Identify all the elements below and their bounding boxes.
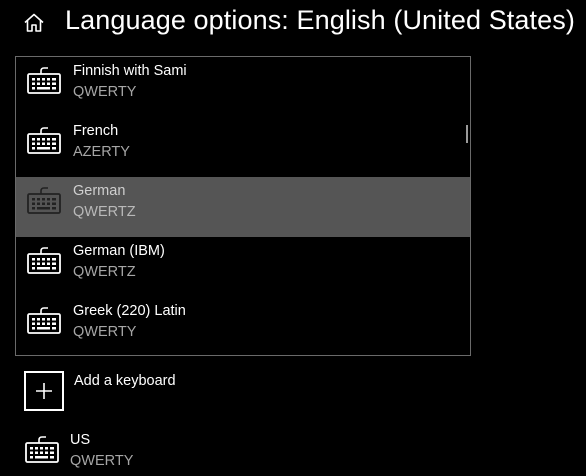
keyboard-layout: QWERTY	[73, 84, 137, 100]
keyboard-layout: QWERTY	[73, 324, 137, 340]
scrollbar-thumb[interactable]	[466, 125, 468, 143]
keyboard-icon	[26, 125, 62, 155]
keyboard-name: French	[73, 123, 119, 139]
keyboard-layout: QWERTZ	[73, 204, 136, 220]
keyboard-name: German	[73, 183, 126, 199]
plus-icon	[24, 371, 64, 411]
add-keyboard-button[interactable]: Add a keyboard	[24, 371, 324, 413]
keyboard-name: Finnish with Sami	[73, 63, 187, 79]
keyboard-list-item[interactable]: French AZERTY	[16, 117, 470, 177]
keyboard-list: Finnish with Sami QWERTY French AZERTY G…	[16, 57, 470, 355]
keyboard-icon	[26, 305, 62, 335]
keyboard-icon	[24, 434, 60, 464]
language-options-page: Language options: English (United States…	[0, 0, 586, 476]
keyboard-list-item[interactable]: Finnish with Sami QWERTY	[16, 57, 470, 117]
keyboard-list-item[interactable]: German (IBM) QWERTZ	[16, 237, 470, 297]
keyboard-name: German (IBM)	[73, 243, 165, 259]
page-title: Language options: English (United States…	[65, 5, 575, 35]
home-icon[interactable]	[22, 11, 46, 35]
keyboard-layout: AZERTY	[73, 144, 130, 160]
keyboard-name: Greek (220) Latin	[73, 303, 186, 319]
keyboard-icon	[26, 245, 62, 275]
installed-keyboard-layout: QWERTY	[70, 453, 134, 469]
keyboard-list-item-selected[interactable]: German QWERTZ	[16, 177, 470, 237]
installed-keyboard-item[interactable]: US QWERTY	[0, 426, 300, 476]
installed-keyboard-name: US	[70, 432, 91, 448]
keyboard-icon	[26, 185, 62, 215]
keyboard-list-panel: Finnish with Sami QWERTY French AZERTY G…	[15, 56, 471, 356]
keyboard-layout: QWERTZ	[73, 264, 136, 280]
header: Language options: English (United States…	[0, 0, 586, 46]
keyboard-icon	[26, 65, 62, 95]
keyboard-list-item[interactable]: Greek (220) Latin QWERTY	[16, 297, 470, 355]
add-keyboard-label: Add a keyboard	[74, 373, 176, 389]
